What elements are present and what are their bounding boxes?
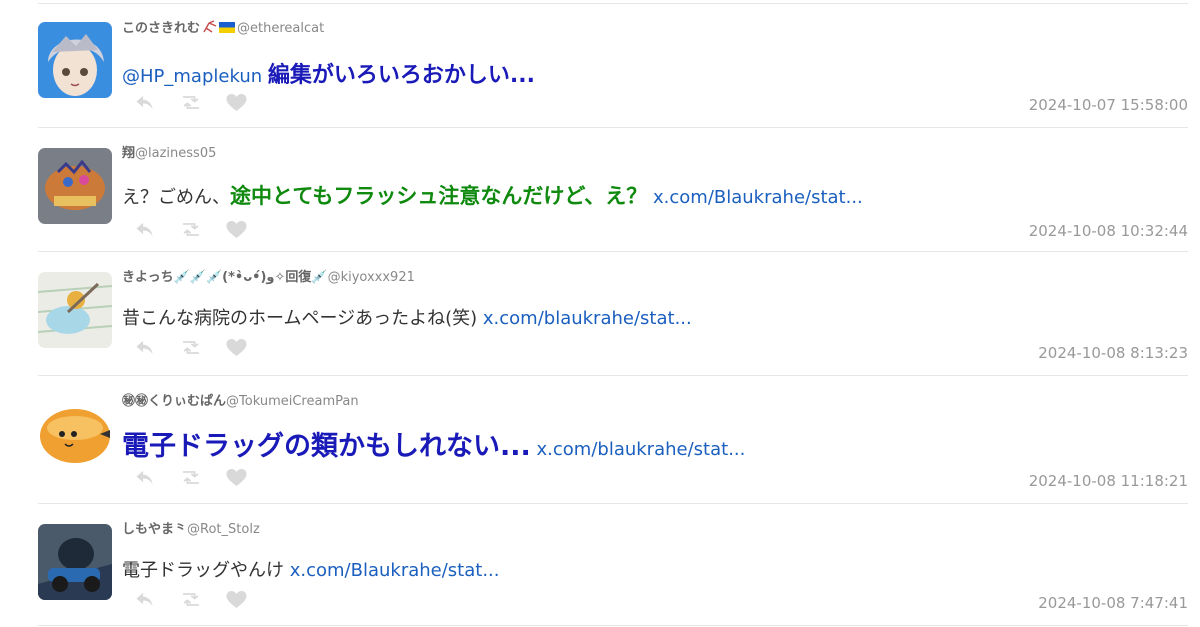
tweet-item: しもやま⺀@Rot_Stolz 電子ドラッグやんけ x.com/Blaukrah…: [38, 504, 1188, 626]
reply-icon[interactable]: [134, 468, 156, 487]
timestamp[interactable]: 2024-10-08 11:18:21: [1029, 472, 1188, 490]
like-icon[interactable]: [226, 339, 247, 357]
name-suffix-emoji: ⺀: [174, 522, 188, 537]
like-icon[interactable]: [226, 469, 247, 487]
tweet-text-emphasis: 途中とてもフラッシュ注意なんだけど、え？: [230, 184, 648, 208]
ukraine-flag-icon: [219, 22, 236, 33]
divider: [38, 625, 1188, 626]
retweet-icon[interactable]: [180, 590, 202, 609]
tweet-item: きよっち💉💉💉(*•̀ᴗ•́)و✧回復💉@kiyoxxx921 昔こんな病院のホ…: [38, 252, 1188, 376]
like-icon[interactable]: [226, 94, 247, 112]
timestamp[interactable]: 2024-10-07 15:58:00: [1029, 96, 1188, 114]
reply-icon[interactable]: [134, 590, 156, 609]
user-handle[interactable]: @kiyoxxx921: [328, 270, 415, 285]
avatar[interactable]: [38, 148, 112, 224]
tweet-text: え？ごめん、途中とてもフラッシュ注意なんだけど、え？ x.com/Blaukra…: [122, 180, 863, 210]
tweet-link[interactable]: x.com/Blaukrahe/stat...: [290, 560, 500, 581]
timestamp[interactable]: 2024-10-08 8:13:23: [1038, 344, 1188, 362]
retweet-icon[interactable]: [180, 468, 202, 487]
reply-icon[interactable]: [134, 93, 156, 112]
tweet-link[interactable]: x.com/Blaukrahe/stat...: [653, 187, 863, 208]
mention-link[interactable]: @HP_maplekun: [122, 66, 262, 87]
user-handle[interactable]: @TokumeiCreamPan: [226, 394, 359, 409]
tweet-text-emphasis: 編集がいろいろおかしい...: [267, 63, 535, 88]
tweet-text-main: 昔こんな病院のホームページあったよね(笑): [122, 308, 478, 329]
retweet-icon[interactable]: [180, 338, 202, 357]
tweet-text-main: 電子ドラッグやんけ: [122, 560, 284, 581]
retweet-icon[interactable]: [180, 220, 202, 239]
avatar[interactable]: [38, 524, 112, 600]
retweet-icon[interactable]: [180, 93, 202, 112]
tweet-item: ㊙㊙くりぃむぱん@TokumeiCreamPan 電子ドラッグの類かもしれない.…: [38, 376, 1188, 504]
reply-icon[interactable]: [134, 220, 156, 239]
avatar[interactable]: [38, 272, 112, 348]
user-handle[interactable]: @etherealcat: [237, 21, 324, 36]
tweet-text: 電子ドラッグやんけ x.com/Blaukrahe/stat...: [122, 556, 500, 582]
tweet-link[interactable]: x.com/blaukrahe/stat...: [483, 308, 692, 329]
tweet-text-prefix: え？ごめん、: [122, 187, 230, 208]
user-handle[interactable]: @Rot_Stolz: [187, 522, 260, 537]
like-icon[interactable]: [226, 591, 247, 609]
tweet-item: このさきれむ @etherealcat @HP_maplekun 編集がいろいろお…: [38, 4, 1188, 128]
display-name[interactable]: ㊙㊙くりぃむぱん: [122, 394, 226, 409]
user-handle[interactable]: @laziness05: [135, 146, 216, 161]
tweet-item: 翔@laziness05 え？ごめん、途中とてもフラッシュ注意なんだけど、え？ …: [38, 128, 1188, 252]
ribbon-emoji-icon: [203, 20, 217, 33]
avatar[interactable]: [38, 398, 112, 474]
display-name[interactable]: 翔: [122, 146, 135, 161]
avatar[interactable]: [38, 22, 112, 98]
tweet-text: 昔こんな病院のホームページあったよね(笑) x.com/blaukrahe/st…: [122, 304, 692, 330]
reply-icon[interactable]: [134, 338, 156, 357]
tweet-text: @HP_maplekun 編集がいろいろおかしい...: [122, 57, 535, 89]
timestamp[interactable]: 2024-10-08 10:32:44: [1029, 222, 1188, 240]
display-name[interactable]: このさきれむ: [122, 21, 200, 36]
tweet-text-emphasis: 電子ドラッグの類かもしれない...: [122, 431, 531, 462]
timestamp[interactable]: 2024-10-08 7:47:41: [1038, 594, 1188, 612]
tweet-text: 電子ドラッグの類かもしれない... x.com/blaukrahe/stat..…: [122, 424, 745, 463]
tweet-link[interactable]: x.com/blaukrahe/stat...: [537, 439, 746, 460]
display-name[interactable]: きよっち💉💉💉(*•̀ᴗ•́)و✧回復💉: [122, 270, 328, 285]
display-name[interactable]: しもやま: [122, 522, 174, 537]
like-icon[interactable]: [226, 221, 247, 239]
